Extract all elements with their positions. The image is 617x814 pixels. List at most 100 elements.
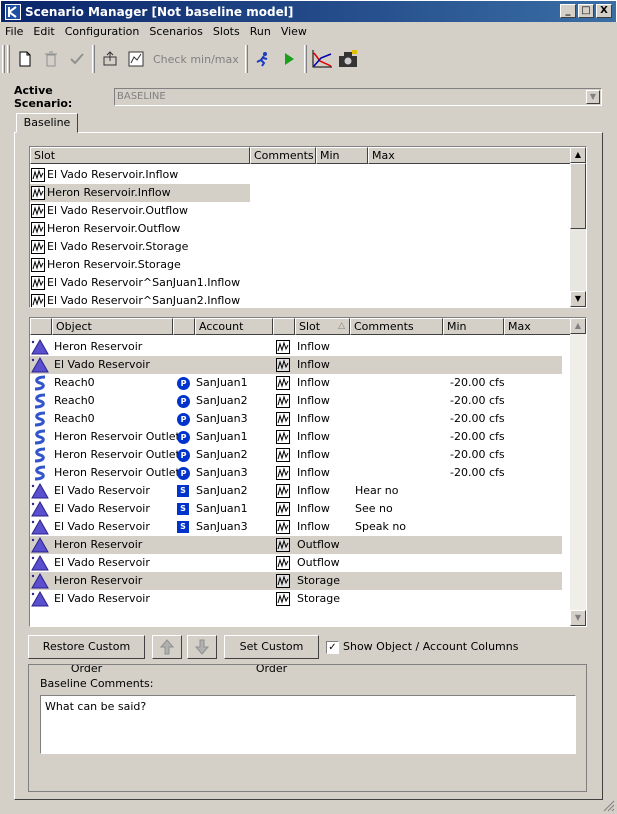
play-button[interactable] (276, 46, 302, 72)
comments-textarea[interactable]: What can be said? (40, 695, 576, 754)
table-row[interactable]: Heron Reservoir.Outflow (30, 220, 571, 238)
table-row[interactable]: El Vado Reservoir S SanJuan1 Inflow See no (30, 500, 562, 518)
slot-name: Inflow (297, 520, 330, 533)
table-row[interactable]: Heron Reservoir Storage (30, 572, 562, 590)
scroll-up-button[interactable]: ▲ (570, 318, 586, 334)
show-columns-checkbox[interactable]: ✓ (326, 641, 339, 654)
menu-view[interactable]: View (276, 25, 312, 38)
menu-slots[interactable]: Slots (208, 25, 245, 38)
column-header-comments[interactable]: Comments (250, 147, 316, 164)
table-row[interactable]: Heron Reservoir Inflow (30, 338, 562, 356)
set-custom-order-button[interactable]: Set Custom Order (224, 635, 319, 675)
comment-text: See no (355, 502, 393, 515)
table-row[interactable]: El Vado Reservoir Storage (30, 590, 562, 608)
table-row[interactable]: Heron Reservoir.Storage (30, 256, 571, 274)
slot-icon (31, 222, 45, 236)
close-button[interactable]: X (596, 4, 612, 18)
maximize-button[interactable]: □ (578, 4, 594, 18)
export-button[interactable] (97, 46, 123, 72)
column-header-comments[interactable]: Comments (350, 318, 443, 335)
scroll-down-button[interactable]: ▼ (570, 291, 586, 307)
check-min-max-button[interactable]: Check min/max (149, 46, 243, 72)
menu-run[interactable]: Run (245, 25, 276, 38)
reach-icon (31, 375, 49, 391)
object-table-scrollbar[interactable]: ▲ ▼ (570, 318, 586, 626)
table-row[interactable]: El Vado Reservoir.Storage (30, 238, 571, 256)
restore-custom-order-button[interactable]: Restore Custom Order (28, 635, 145, 675)
table-row[interactable]: Reach0 P SanJuan1 Inflow -20.00 cfs (30, 374, 562, 392)
account-name: SanJuan2 (196, 484, 248, 497)
menu-edit[interactable]: Edit (28, 25, 59, 38)
slot-icon (276, 502, 290, 516)
scroll-up-button[interactable]: ▲ (570, 147, 586, 163)
table-row[interactable]: El Vado Reservoir S SanJuan2 Inflow Hear no (30, 482, 562, 500)
column-header-min[interactable]: Min (443, 318, 504, 335)
active-scenario-select[interactable]: BASELINE ▼ (114, 88, 602, 106)
max-value (510, 392, 570, 410)
comment-text (355, 410, 445, 428)
table-row[interactable]: El Vado Reservoir Inflow (30, 356, 562, 374)
minimize-button[interactable]: _ (560, 4, 576, 18)
min-value: -20.00 cfs (450, 466, 505, 479)
min-value (450, 518, 510, 536)
menu-scenarios[interactable]: Scenarios (144, 25, 208, 38)
table-row[interactable]: Heron Reservoir Outlet P SanJuan2 Inflow -20… (30, 446, 562, 464)
column-header-object[interactable]: Object (52, 318, 173, 335)
column-header-slot[interactable]: Slot △ (295, 318, 350, 335)
chevron-down-icon[interactable]: ▼ (586, 90, 600, 104)
table-row[interactable]: Reach0 P SanJuan2 Inflow -20.00 cfs (30, 392, 562, 410)
table-row[interactable]: El Vado Reservoir.Inflow (30, 166, 571, 184)
tab-baseline[interactable]: Baseline (16, 113, 78, 133)
camera-button[interactable] (335, 46, 361, 72)
table-row[interactable]: Heron Reservoir Outlet P SanJuan3 Inflow -20… (30, 464, 562, 482)
column-header-min[interactable]: Min (316, 147, 368, 164)
slot-name: Storage (297, 592, 341, 605)
table-row[interactable]: Reach0 P SanJuan3 Inflow -20.00 cfs (30, 410, 562, 428)
comment-text (355, 536, 445, 554)
scroll-thumb[interactable] (570, 163, 586, 229)
table-row[interactable]: Heron Reservoir Outlet P SanJuan1 Inflow -20… (30, 428, 562, 446)
object-name: Heron Reservoir (54, 574, 143, 587)
table-row[interactable]: El Vado Reservoir.Outflow (30, 202, 571, 220)
slot-name: Outflow (297, 538, 340, 551)
table-row[interactable]: El Vado Reservoir^SanJuan1.Inflow (30, 274, 571, 292)
object-name: Reach0 (54, 376, 95, 389)
max-value (510, 482, 570, 500)
chart-button[interactable] (123, 46, 149, 72)
account-name (196, 590, 274, 608)
priority-badge-icon: P (177, 466, 190, 480)
min-value (450, 590, 510, 608)
menu-configuration[interactable]: Configuration (60, 25, 145, 38)
column-header-max[interactable]: Max (368, 147, 571, 164)
check-button[interactable] (64, 46, 90, 72)
scroll-down-button[interactable]: ▼ (570, 610, 586, 626)
table-row[interactable]: Heron Reservoir Outflow (30, 536, 562, 554)
delete-button[interactable] (38, 46, 64, 72)
plot-button[interactable] (309, 46, 335, 72)
reach-icon (31, 465, 49, 481)
delete-icon (45, 51, 57, 67)
runner-button[interactable] (250, 46, 276, 72)
account-name: SanJuan1 (196, 430, 248, 443)
comment-text (355, 338, 445, 356)
column-header-slot[interactable]: Slot (30, 147, 250, 164)
max-value (510, 572, 570, 590)
new-button[interactable] (12, 46, 38, 72)
move-down-button[interactable] (187, 635, 217, 659)
table-row[interactable]: El Vado Reservoir Outflow (30, 554, 562, 572)
table-row[interactable]: Heron Reservoir.Inflow (30, 184, 571, 202)
min-value (450, 482, 510, 500)
column-header-account[interactable]: Account (195, 318, 273, 335)
toolbar-separator (244, 45, 248, 73)
move-up-button[interactable] (152, 635, 182, 659)
resize-grip-icon[interactable] (603, 800, 615, 812)
menu-file[interactable]: File (0, 25, 28, 38)
toolbar: Check min/max (0, 42, 617, 76)
slot-icon (276, 376, 290, 390)
chart-icon (128, 51, 144, 67)
min-value: -20.00 cfs (450, 376, 505, 389)
slot-table-scrollbar[interactable]: ▲ ▼ (570, 147, 586, 307)
table-row[interactable]: El Vado Reservoir^SanJuan2.Inflow (30, 292, 571, 307)
column-header-max[interactable]: Max (504, 318, 571, 335)
table-row[interactable]: El Vado Reservoir S SanJuan3 Inflow Speak no (30, 518, 562, 536)
